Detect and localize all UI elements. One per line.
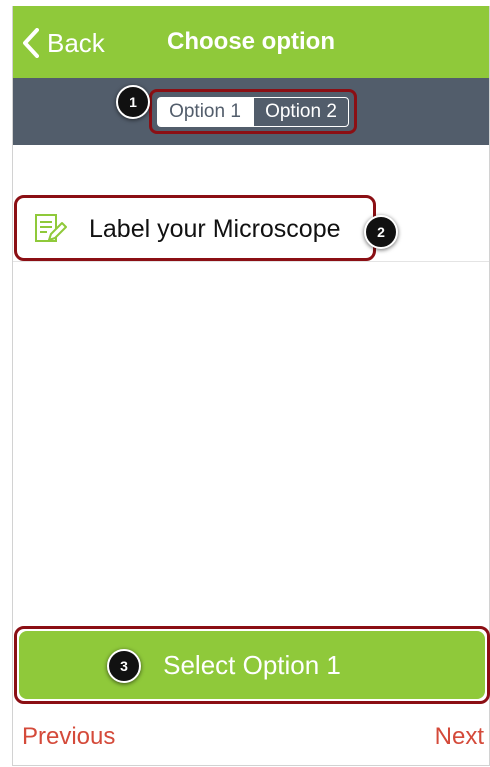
select-button-highlight-outline (14, 626, 490, 704)
back-button[interactable]: Back (23, 24, 105, 62)
chevron-left-icon (23, 28, 39, 58)
navigation-bar: Back Choose option (13, 6, 489, 78)
callout-marker-1: 1 (116, 85, 150, 119)
app-screen: Back Choose option Option 1 Option 2 1 L… (12, 6, 490, 766)
callout-marker-2: 2 (364, 215, 398, 249)
previous-link[interactable]: Previous (22, 723, 115, 751)
list-item-highlight-outline[interactable] (14, 195, 376, 261)
segment-highlight-outline (149, 89, 357, 134)
callout-marker-3: 3 (107, 649, 141, 683)
segment-bar: Option 1 Option 2 (13, 78, 489, 145)
back-label: Back (47, 27, 105, 58)
next-link[interactable]: Next (435, 723, 484, 751)
